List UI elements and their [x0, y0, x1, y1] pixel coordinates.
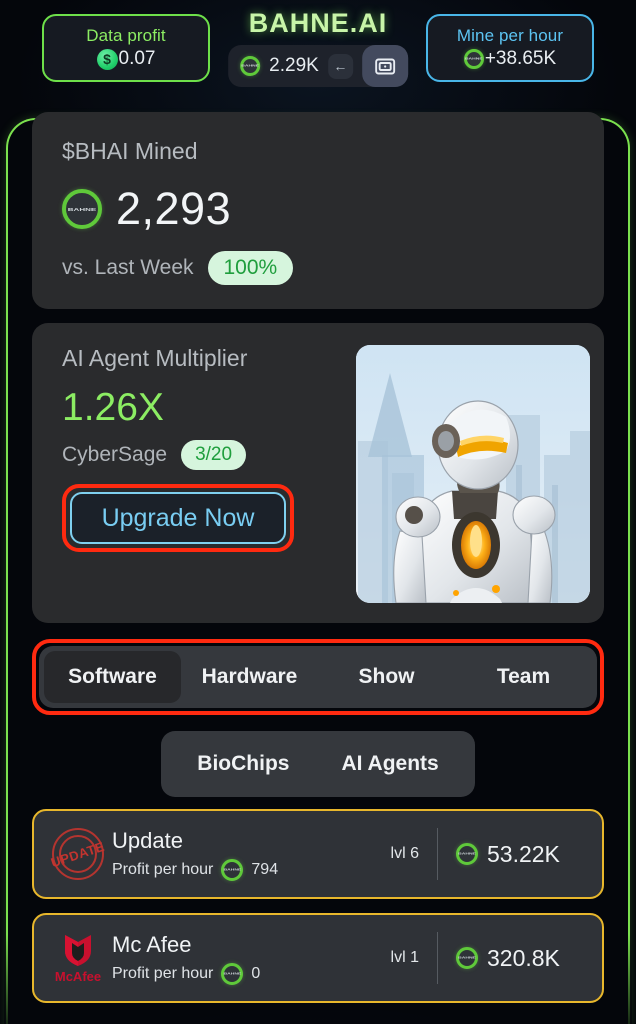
item-divider	[437, 828, 438, 880]
back-arrow-icon[interactable]: ←	[327, 53, 353, 79]
item-profit-label: Profit per hour	[112, 860, 214, 878]
wallet-icon[interactable]	[361, 45, 408, 87]
upgrade-now-button[interactable]: Upgrade Now	[70, 492, 286, 544]
compare-badge: 100%	[207, 251, 294, 285]
primary-tabs-annotation-box: Software Hardware Show Team	[32, 639, 604, 715]
item-level: lvl 1	[390, 949, 419, 966]
item-cost-value: 53.22K	[487, 840, 560, 867]
item-profit-label: Profit per hour	[112, 964, 214, 982]
primary-tabs: Software Hardware Show Team	[39, 646, 597, 708]
coin-ticker: BAHNE	[223, 971, 242, 976]
multiplier-value: 1.26X	[62, 386, 164, 429]
upgrade-list: UPDATE Update Profit per hour BAHNE 794 …	[32, 809, 604, 1003]
tab-team[interactable]: Team	[455, 651, 592, 703]
bhai-mined-value-row: BAHNE 2,293	[62, 183, 574, 235]
mine-per-hour-card[interactable]: Mine per hour BAHNE +38.65K	[426, 14, 594, 82]
upgrade-annotation-box: Upgrade Now	[62, 484, 294, 552]
item-info: Mc Afee Profit per hour BAHNE 0	[112, 932, 391, 985]
coin-ticker: BAHNE	[458, 956, 476, 960]
bhai-coin-icon: BAHNE	[463, 49, 484, 69]
subtab-ai-agents[interactable]: AI Agents	[315, 738, 464, 790]
wallet-balance-value: 2.29K	[269, 55, 319, 76]
item-divider	[437, 932, 438, 984]
list-item[interactable]: UPDATE Update Profit per hour BAHNE 794 …	[32, 809, 604, 899]
mcafee-shield-icon: McAfee	[50, 930, 106, 986]
bhai-mined-value: 2,293	[116, 183, 232, 234]
item-profit-row: Profit per hour BAHNE 794	[112, 858, 391, 881]
item-profit-value: 794	[251, 860, 279, 878]
item-cost: BAHNE 320.8K	[456, 945, 584, 972]
agent-row: CyberSage 3/20	[62, 440, 338, 470]
item-meta: lvl 6 BAHNE 53.22K	[391, 828, 584, 880]
brand-wallet-group: BAHNE.AI BAHNE 2.29K ←	[228, 8, 408, 87]
tab-hardware[interactable]: Hardware	[181, 651, 318, 703]
coin-ticker: BAHNE	[241, 64, 260, 68]
bhai-coin-icon: BAHNE	[240, 56, 261, 76]
item-profit-value: 0	[251, 964, 261, 982]
header-bar: Data profit $ 0.07 BAHNE.AI BAHNE 2.29K …	[0, 0, 636, 96]
list-item[interactable]: McAfee Mc Afee Profit per hour BAHNE 0 l…	[32, 913, 604, 1003]
agent-name: CyberSage	[62, 443, 168, 466]
coin-ticker: BAHNE	[67, 206, 97, 212]
item-cost: BAHNE 53.22K	[456, 841, 584, 868]
multiplier-label: AI Agent Multiplier	[62, 345, 248, 371]
bhai-mined-label: $BHAI Mined	[62, 138, 198, 164]
data-profit-value-row: $ 0.07	[96, 48, 156, 70]
coin-ticker: BAHNE	[464, 57, 483, 61]
mine-per-hour-value-row: BAHNE +38.65K	[463, 48, 557, 70]
multiplier-info: AI Agent Multiplier 1.26X CyberSage 3/20…	[62, 345, 338, 603]
item-level: lvl 6	[390, 845, 419, 862]
subtab-biochips[interactable]: BioChips	[171, 738, 315, 790]
item-info: Update Profit per hour BAHNE 794	[112, 828, 391, 881]
agent-progress-badge: 3/20	[181, 440, 247, 470]
coin-ticker: BAHNE	[458, 852, 476, 856]
ai-agent-robot-image	[356, 345, 590, 603]
secondary-tabs-wrap: BioChips AI Agents	[32, 731, 604, 797]
data-profit-label: Data profit	[86, 26, 166, 45]
coin-ticker: BAHNE	[223, 867, 242, 872]
item-meta: lvl 1 BAHNE 320.8K	[391, 932, 584, 984]
bhai-mined-card: $BHAI Mined BAHNE 2,293 vs. Last Week 10…	[32, 112, 604, 309]
bhai-coin-icon: BAHNE	[221, 858, 244, 881]
update-stamp-icon: UPDATE	[49, 826, 107, 882]
bhai-compare-row: vs. Last Week 100%	[62, 251, 574, 285]
tab-show[interactable]: Show	[318, 651, 455, 703]
ai-agent-multiplier-card: AI Agent Multiplier 1.26X CyberSage 3/20…	[32, 323, 604, 623]
item-title: Update	[112, 827, 183, 853]
compare-label: vs. Last Week	[62, 256, 194, 279]
data-profit-card[interactable]: Data profit $ 0.07	[42, 14, 210, 82]
dollar-coin-icon: $	[96, 48, 118, 70]
bhai-coin-icon: BAHNE	[456, 843, 478, 865]
main-content: $BHAI Mined BAHNE 2,293 vs. Last Week 10…	[0, 96, 636, 1003]
secondary-tabs: BioChips AI Agents	[161, 731, 475, 797]
app-logo-text: BAHNE.AI	[248, 8, 388, 38]
item-profit-row: Profit per hour BAHNE 0	[112, 962, 391, 985]
data-profit-value: 0.07	[118, 48, 156, 69]
mine-per-hour-label: Mine per hour	[456, 26, 564, 45]
mine-per-hour-value: +38.65K	[484, 48, 557, 69]
item-cost-value: 320.8K	[487, 944, 560, 971]
tab-software[interactable]: Software	[44, 651, 181, 703]
wallet-balance-bar[interactable]: BAHNE 2.29K ←	[228, 45, 408, 87]
app-root: Data profit $ 0.07 BAHNE.AI BAHNE 2.29K …	[0, 0, 636, 1024]
bhai-coin-icon: BAHNE	[62, 189, 102, 229]
item-title: Mc Afee	[112, 931, 192, 957]
bhai-coin-icon: BAHNE	[221, 962, 244, 985]
bhai-coin-icon: BAHNE	[456, 947, 478, 969]
